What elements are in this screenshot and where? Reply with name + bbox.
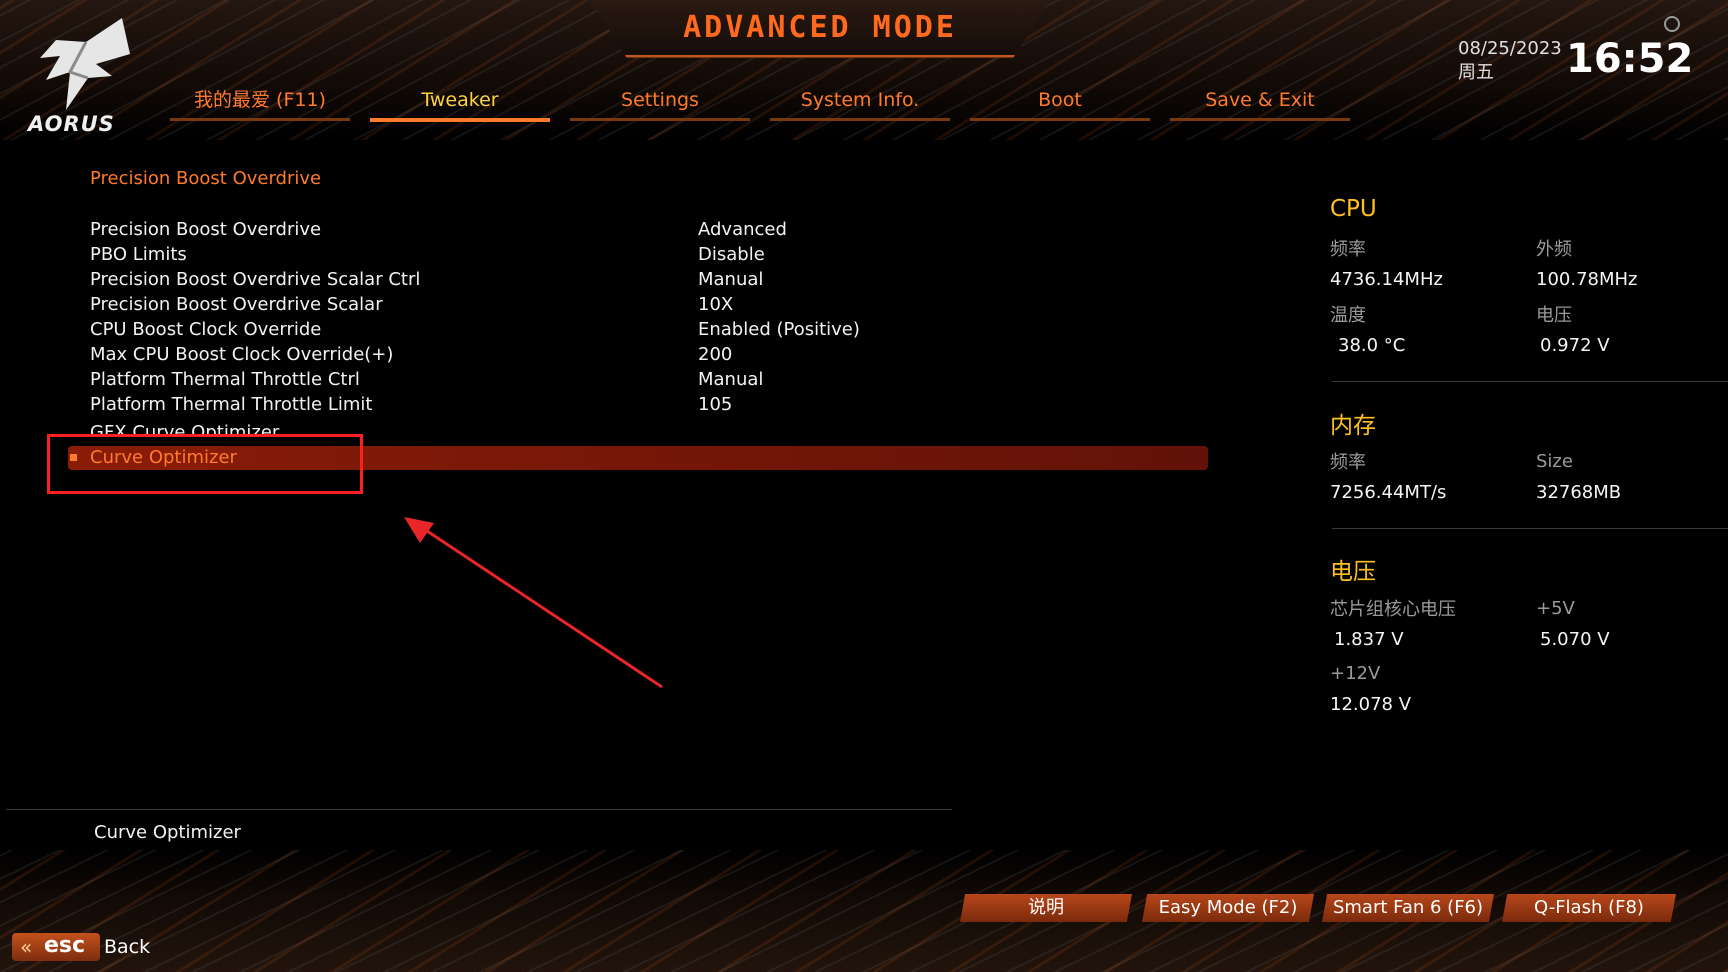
submenu-label: GFX Curve Optimizer [90, 422, 280, 434]
setting-label: Precision Boost Overdrive Scalar Ctrl [90, 269, 421, 290]
setting-value[interactable]: Enabled (Positive) [698, 319, 860, 340]
description-divider [6, 809, 952, 810]
setting-label: Precision Boost Overdrive [90, 219, 322, 240]
setting-label: Platform Thermal Throttle Ctrl [90, 369, 360, 390]
memory-heading: 内存 [1330, 413, 1376, 439]
tab-boot[interactable]: Boot [970, 84, 1150, 121]
setting-row[interactable]: Platform Thermal Throttle Limit 105 [90, 394, 1200, 419]
setting-label: CPU Boost Clock Override [90, 319, 322, 340]
setting-value[interactable]: Advanced [698, 219, 787, 240]
back-label[interactable]: Back [104, 936, 150, 958]
help-button[interactable]: 说明 [960, 894, 1132, 922]
setting-row[interactable]: CPU Boost Clock Override Enabled (Positi… [90, 319, 1200, 344]
setting-value[interactable]: Manual [698, 369, 763, 390]
esc-button[interactable]: « esc [12, 933, 100, 961]
cpu-bclk-label: 外频 [1536, 239, 1572, 260]
double-chevron-left-icon: « [20, 935, 33, 959]
setting-label: Precision Boost Overdrive Scalar [90, 294, 383, 315]
v12-value: 12.078 V [1330, 694, 1412, 715]
setting-value[interactable]: Disable [698, 244, 765, 265]
setting-value[interactable]: 200 [698, 344, 732, 365]
submenu-gfx-curve-optimizer[interactable]: GFX Curve Optimizer [90, 422, 1200, 434]
setting-value[interactable]: 105 [698, 394, 732, 415]
setting-row[interactable]: Max CPU Boost Clock Override(+) 200 [90, 344, 1200, 369]
chipset-voltage-value: 1.837 V [1334, 629, 1404, 650]
tab-settings[interactable]: Settings [570, 84, 750, 121]
setting-row[interactable]: Precision Boost Overdrive Scalar 10X [90, 294, 1200, 319]
settings-gear-icon[interactable] [1664, 16, 1680, 32]
memory-size-label: Size [1536, 451, 1573, 472]
smart-fan-button[interactable]: Smart Fan 6 (F6) [1322, 894, 1494, 922]
qflash-button[interactable]: Q-Flash (F8) [1502, 894, 1676, 922]
cpu-temp-label: 温度 [1330, 305, 1366, 326]
cpu-freq-value: 4736.14MHz [1330, 269, 1443, 290]
tab-tweaker[interactable]: Tweaker [370, 84, 550, 122]
tab-system-info[interactable]: System Info. [770, 84, 950, 121]
monitor-divider [1332, 528, 1728, 529]
cpu-bclk-value: 100.78MHz [1536, 269, 1638, 290]
item-description: Curve Optimizer [94, 822, 241, 843]
cpu-temp-value: 38.0 °C [1338, 335, 1406, 356]
v5-value: 5.070 V [1540, 629, 1610, 650]
setting-value[interactable]: 10X [698, 294, 733, 315]
setting-label: PBO Limits [90, 244, 187, 265]
cpu-volt-label: 电压 [1536, 305, 1572, 326]
esc-label: esc [44, 933, 86, 958]
tab-favorites[interactable]: 我的最爱 (F11) [170, 84, 350, 121]
memory-size-value: 32768MB [1536, 482, 1622, 503]
v12-label: +12V [1330, 663, 1381, 684]
annotation-highlight-box [47, 434, 363, 494]
weekday-display: 周五 [1458, 62, 1494, 83]
memory-freq-label: 频率 [1330, 452, 1366, 473]
mode-title: ADVANCED MODE [683, 10, 957, 45]
clock-display[interactable]: 16:52 [1566, 36, 1693, 82]
setting-label: Platform Thermal Throttle Limit [90, 394, 373, 415]
tab-save-exit[interactable]: Save & Exit [1170, 84, 1350, 121]
section-title: Precision Boost Overdrive [90, 168, 322, 189]
cpu-heading: CPU [1330, 196, 1377, 222]
logo-text: AORUS [28, 112, 115, 136]
setting-value[interactable]: Manual [698, 269, 763, 290]
cpu-freq-label: 频率 [1330, 239, 1366, 260]
setting-label: Max CPU Boost Clock Override(+) [90, 344, 394, 365]
monitor-divider [1332, 381, 1728, 382]
chipset-voltage-label: 芯片组核心电压 [1330, 599, 1456, 620]
date-display: 08/25/2023 [1458, 38, 1562, 59]
memory-freq-value: 7256.44MT/s [1330, 482, 1447, 503]
v5-label: +5V [1536, 598, 1575, 619]
setting-row[interactable]: Precision Boost Overdrive Advanced [90, 219, 1200, 244]
annotation-arrow-icon [404, 517, 663, 689]
setting-row[interactable]: Precision Boost Overdrive Scalar Ctrl Ma… [90, 269, 1200, 294]
cpu-volt-value: 0.972 V [1540, 335, 1610, 356]
setting-row[interactable]: PBO Limits Disable [90, 244, 1200, 269]
setting-row[interactable]: Platform Thermal Throttle Ctrl Manual [90, 369, 1200, 394]
easy-mode-button[interactable]: Easy Mode (F2) [1142, 894, 1314, 922]
voltage-heading: 电压 [1330, 559, 1376, 585]
